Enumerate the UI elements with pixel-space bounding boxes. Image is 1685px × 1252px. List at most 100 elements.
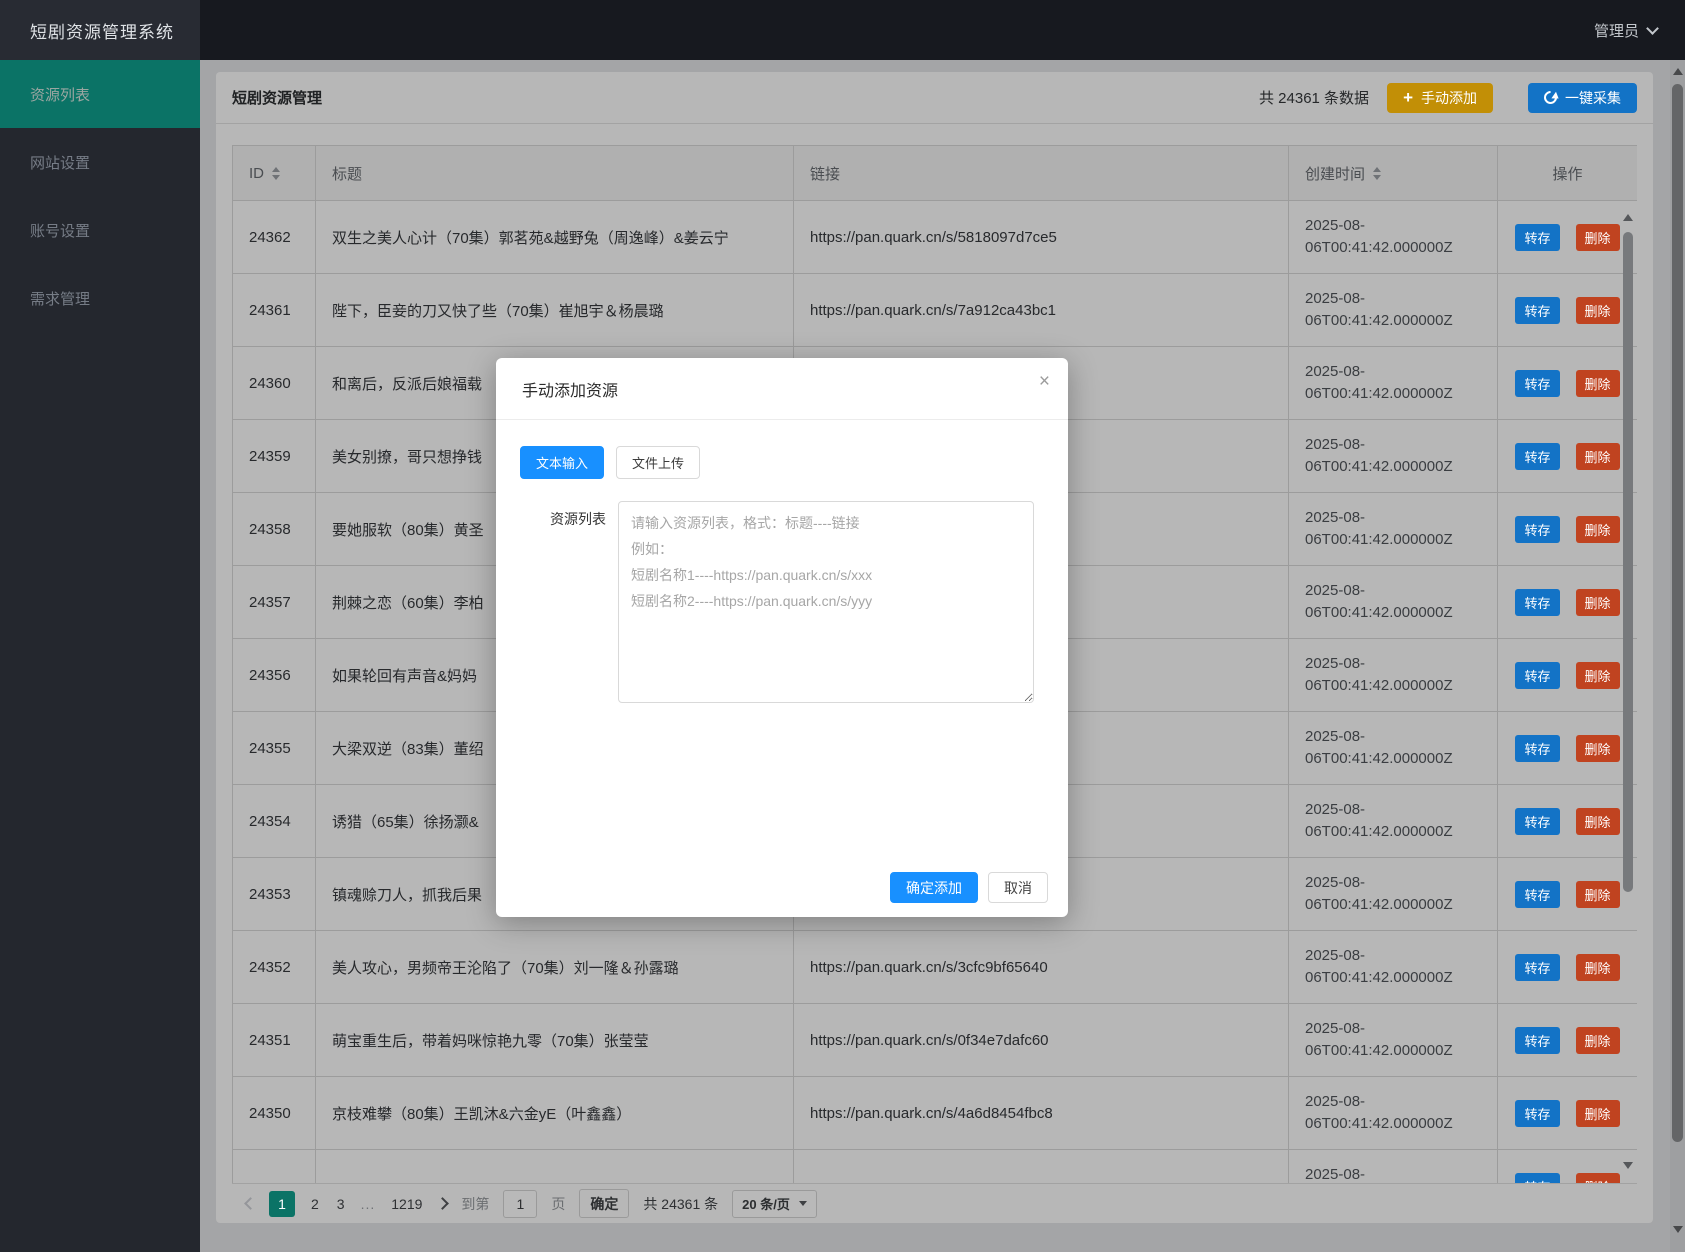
cell-link: [794, 1150, 1289, 1184]
resource-list-textarea[interactable]: [618, 501, 1034, 703]
modal-header: 手动添加资源: [496, 358, 1068, 420]
cell-created: 2025-08-06T00:41:42.000000Z: [1289, 566, 1498, 639]
cell-created: 2025-08-06T00:41:42.000000Z: [1289, 420, 1498, 493]
page-button-last[interactable]: 1219: [389, 1196, 424, 1212]
table-scrollbar-thumb[interactable]: [1623, 232, 1633, 892]
sidebar: 资源列表 网站设置 账号设置 需求管理: [0, 60, 200, 1252]
page-button-1[interactable]: 1: [269, 1191, 295, 1217]
table-header-row: ID 标题 链接 创建时间 操作: [233, 146, 1638, 201]
transfer-button[interactable]: 转存: [1515, 1027, 1559, 1054]
sidebar-item-label: 资源列表: [30, 84, 90, 105]
transfer-button[interactable]: 转存: [1515, 589, 1559, 616]
transfer-button[interactable]: 转存: [1515, 370, 1559, 397]
window-scrollbar-thumb[interactable]: [1672, 84, 1683, 1142]
transfer-button[interactable]: 转存: [1515, 1173, 1559, 1184]
cell-title: 陛下，臣妾的刀又快了些（70集）崔旭宇＆杨晨璐: [316, 274, 794, 347]
delete-button[interactable]: 删除: [1576, 516, 1620, 543]
delete-button[interactable]: 删除: [1576, 1027, 1620, 1054]
delete-button[interactable]: 删除: [1576, 735, 1620, 762]
one-click-collect-button[interactable]: 一键采集: [1528, 83, 1637, 113]
delete-button[interactable]: 删除: [1576, 370, 1620, 397]
sidebar-item-account-settings[interactable]: 账号设置: [0, 196, 200, 264]
column-header-created: 创建时间: [1289, 146, 1498, 201]
close-icon[interactable]: ×: [1039, 372, 1050, 391]
cell-id: [233, 1150, 316, 1184]
cell-id: 24350: [233, 1077, 316, 1150]
delete-button[interactable]: 删除: [1576, 1173, 1620, 1184]
arrow-down-icon[interactable]: [1673, 1226, 1683, 1233]
delete-button[interactable]: 删除: [1576, 1100, 1620, 1127]
app-root: 短剧资源管理系统 管理员 资源列表 网站设置 账号设置 需求管理 短剧资源管理 …: [0, 0, 1685, 1252]
cell-id: 24361: [233, 274, 316, 347]
delete-button[interactable]: 删除: [1576, 808, 1620, 835]
cell-created: 2025-08-06T00:41:42.000000Z: [1289, 785, 1498, 858]
page-button-2[interactable]: 2: [309, 1196, 321, 1212]
top-bar: 短剧资源管理系统 管理员: [0, 0, 1685, 60]
cell-created: 2025-08-06T00:41:42.000000Z: [1289, 1150, 1498, 1184]
page-size-select[interactable]: 20 条/页: [732, 1190, 817, 1218]
page-title: 短剧资源管理: [232, 87, 322, 108]
delete-button[interactable]: 删除: [1576, 954, 1620, 981]
transfer-button[interactable]: 转存: [1515, 297, 1559, 324]
sidebar-item-demand-management[interactable]: 需求管理: [0, 264, 200, 332]
delete-button[interactable]: 删除: [1576, 881, 1620, 908]
cell-link: https://pan.quark.cn/s/5818097d7ce5: [794, 201, 1289, 274]
cell-created: 2025-08-06T00:41:42.000000Z: [1289, 493, 1498, 566]
page-unit-label: 页: [551, 1194, 565, 1214]
transfer-button[interactable]: 转存: [1515, 516, 1559, 543]
arrow-up-icon[interactable]: [1673, 68, 1683, 75]
sidebar-item-site-settings[interactable]: 网站设置: [0, 128, 200, 196]
cell-title: 双生之美人心计（70集）郭茗苑&越野兔（周逸峰）&姜云宁: [316, 201, 794, 274]
column-header-link: 链接: [794, 146, 1289, 201]
cell-id: 24357: [233, 566, 316, 639]
transfer-button[interactable]: 转存: [1515, 954, 1559, 981]
cell-created: 2025-08-06T00:41:42.000000Z: [1289, 931, 1498, 1004]
cell-id: 24360: [233, 347, 316, 420]
tab-file-upload[interactable]: 文件上传: [616, 446, 700, 479]
column-header-id: ID: [233, 146, 316, 201]
cancel-button[interactable]: 取消: [988, 872, 1048, 903]
cell-id: 24354: [233, 785, 316, 858]
manual-add-button[interactable]: + 手动添加: [1387, 83, 1493, 113]
tab-text-input[interactable]: 文本输入: [520, 446, 604, 479]
transfer-button[interactable]: 转存: [1515, 735, 1559, 762]
modal-body: 文本输入 文件上传 资源列表: [496, 420, 1068, 703]
goto-page-input[interactable]: [503, 1190, 537, 1218]
cell-created: 2025-08-06T00:41:42.000000Z: [1289, 639, 1498, 712]
goto-label: 到第: [461, 1194, 489, 1214]
sort-icon[interactable]: [1373, 167, 1381, 180]
cell-id: 24355: [233, 712, 316, 785]
page-button-3[interactable]: 3: [335, 1196, 347, 1212]
arrow-up-icon[interactable]: [1623, 214, 1633, 221]
confirm-add-button[interactable]: 确定添加: [890, 872, 978, 903]
cell-created: 2025-08-06T00:41:42.000000Z: [1289, 201, 1498, 274]
transfer-button[interactable]: 转存: [1515, 662, 1559, 689]
delete-button[interactable]: 删除: [1576, 589, 1620, 616]
arrow-down-icon[interactable]: [1623, 1162, 1633, 1169]
app-logo: 短剧资源管理系统: [0, 0, 200, 60]
cell-created: 2025-08-06T00:41:42.000000Z: [1289, 1077, 1498, 1150]
sort-icon[interactable]: [272, 167, 280, 180]
cell-id: 24352: [233, 931, 316, 1004]
chevron-right-icon[interactable]: [437, 1197, 450, 1210]
delete-button[interactable]: 删除: [1576, 662, 1620, 689]
delete-button[interactable]: 删除: [1576, 443, 1620, 470]
table-row: 24352 美人攻心，男频帝王沦陷了（70集）刘一隆＆孙露璐 https://p…: [233, 931, 1638, 1004]
table-row-partial: 2025-08-06T00:41:42.000000Z 转存 删除: [233, 1150, 1638, 1184]
total-count-label: 共 24361 条数据: [1259, 87, 1369, 108]
delete-button[interactable]: 删除: [1576, 297, 1620, 324]
transfer-button[interactable]: 转存: [1515, 881, 1559, 908]
transfer-button[interactable]: 转存: [1515, 443, 1559, 470]
user-menu[interactable]: 管理员: [1594, 20, 1685, 41]
transfer-button[interactable]: 转存: [1515, 224, 1559, 251]
transfer-button[interactable]: 转存: [1515, 808, 1559, 835]
pagination-total: 共 24361 条: [643, 1194, 718, 1214]
chevron-left-icon[interactable]: [244, 1197, 257, 1210]
sidebar-item-resource-list[interactable]: 资源列表: [0, 60, 200, 128]
delete-button[interactable]: 删除: [1576, 224, 1620, 251]
modal-title: 手动添加资源: [522, 377, 618, 401]
goto-confirm-button[interactable]: 确定: [579, 1189, 629, 1218]
transfer-button[interactable]: 转存: [1515, 1100, 1559, 1127]
app-title: 短剧资源管理系统: [30, 18, 174, 43]
cell-id: 24358: [233, 493, 316, 566]
